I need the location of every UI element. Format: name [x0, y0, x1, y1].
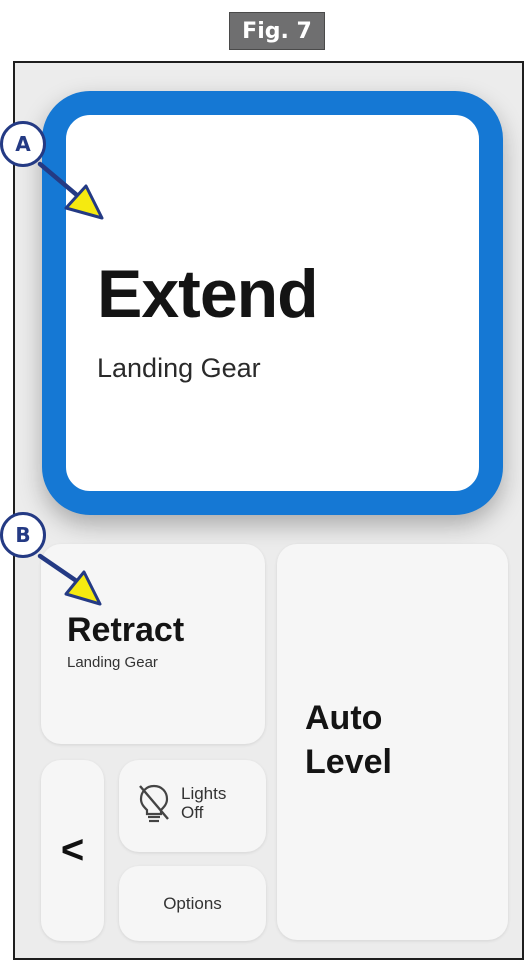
chevron-left-icon: < — [60, 828, 85, 872]
figure-label: Fig. 7 — [229, 12, 325, 50]
extend-title: Extend — [97, 256, 319, 332]
lights-line1: Lights — [181, 784, 227, 803]
back-button[interactable]: < — [41, 760, 104, 941]
lights-label: Lights Off — [181, 784, 226, 822]
callout-b-arrow-icon — [37, 553, 102, 606]
options-label: Options — [163, 894, 222, 913]
auto-level-line2: Level — [305, 743, 392, 781]
auto-level-line1: Auto — [305, 699, 383, 737]
callout-a-arrow-icon — [37, 161, 104, 220]
lights-off-button[interactable]: Lights Off — [119, 760, 266, 852]
auto-level-button[interactable]: Auto Level — [277, 544, 508, 940]
extend-subtitle: Landing Gear — [97, 353, 261, 383]
retract-title: Retract — [67, 611, 185, 649]
auto-level-label: Auto Level — [305, 696, 485, 784]
extend-landing-gear-button[interactable]: Extend Landing Gear — [42, 91, 503, 515]
lightbulb-off-icon — [139, 784, 169, 823]
retract-subtitle: Landing Gear — [67, 654, 158, 671]
options-button[interactable]: Options — [119, 866, 266, 941]
lights-line2: Off — [181, 803, 204, 822]
